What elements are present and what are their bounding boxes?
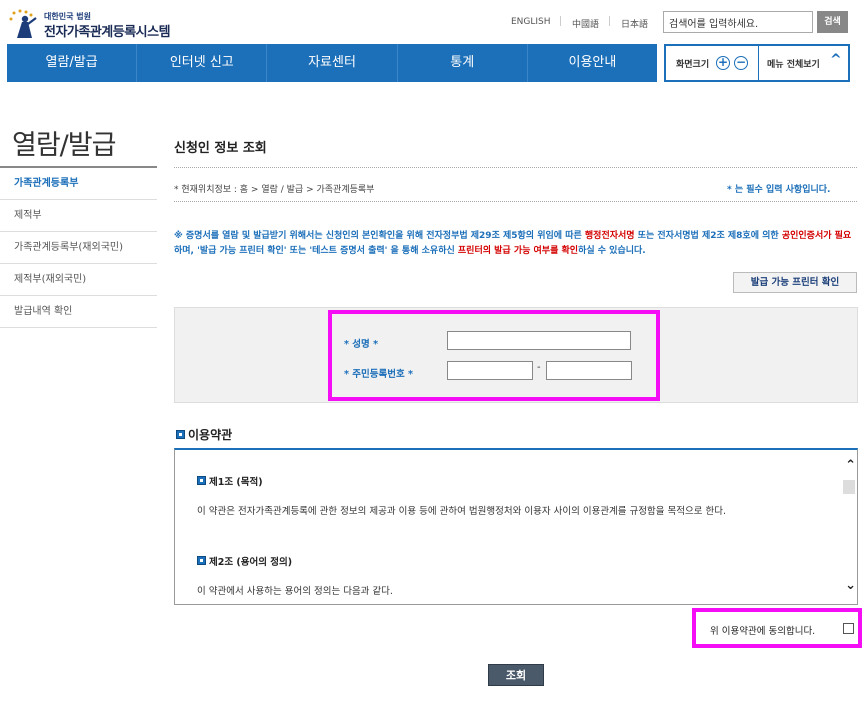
nav-item-resource-center[interactable]: 자료센터 xyxy=(267,44,398,82)
article-2-text: 이 약관에서 사용하는 용어의 정의는 다음과 같다. xyxy=(197,586,393,597)
terms-box[interactable]: 제1조 (목적) 이 약관은 전자가족관계등록에 관한 정보의 제공과 이용 등… xyxy=(174,448,858,605)
highlight-box xyxy=(328,310,660,401)
rrn-front-field[interactable] xyxy=(447,361,533,380)
section-title: 열람/발급 xyxy=(12,130,116,161)
zoom-out-icon[interactable]: − xyxy=(734,56,748,70)
main-nav: 열람/발급 인터넷 신고 자료센터 통계 이용안내 xyxy=(7,44,657,82)
scroll-down-icon[interactable]: ⌄ xyxy=(845,578,856,593)
sidebar-item-family-register-overseas[interactable]: 가족관계등록부(재외국민) xyxy=(0,232,157,264)
article-1-title: 제1조 (목적) xyxy=(197,474,263,488)
zoom-in-icon[interactable]: + xyxy=(716,56,730,70)
court-logo-icon xyxy=(9,9,37,38)
nav-item-view-issue[interactable]: 열람/발급 xyxy=(7,44,138,82)
lang-english-link[interactable]: ENGLISH xyxy=(511,17,551,27)
sidebar-item-removal-register[interactable]: 제적부 xyxy=(0,200,157,232)
rrn-back-field[interactable] xyxy=(546,361,632,380)
rrn-dash: - xyxy=(537,362,541,373)
submit-button[interactable]: 조회 xyxy=(488,664,544,686)
search-button[interactable]: 검색 xyxy=(817,11,848,33)
bullet-icon xyxy=(176,430,185,439)
required-note: * 는 필수 입력 사항입니다. xyxy=(727,185,831,195)
chevron-up-icon[interactable]: ^ xyxy=(830,52,842,68)
sidebar-item-issue-history[interactable]: 발급내역 확인 xyxy=(0,296,157,328)
terms-scrollbar[interactable]: ⌃ ⌄ xyxy=(841,450,857,604)
divider xyxy=(174,201,857,202)
article-2-title: 제2조 (용어의 정의) xyxy=(197,554,292,568)
zoom-label: 화면크기 xyxy=(676,60,710,70)
lang-japanese-link[interactable]: 日本語 xyxy=(621,17,648,30)
nav-item-online-report[interactable]: 인터넷 신고 xyxy=(137,44,268,82)
printer-check-button[interactable]: 발급 가능 프린터 확인 xyxy=(733,272,857,293)
lang-chinese-link[interactable]: 中國語 xyxy=(572,17,599,30)
notice-text: ※ 증명서를 열람 및 발급받기 위해서는 신청인의 본인확인을 위해 전자정부… xyxy=(174,231,852,256)
site-logo[interactable]: 대한민국 법원 전자가족관계등록시스템 xyxy=(8,8,178,42)
agree-checkbox[interactable] xyxy=(843,623,854,634)
scroll-up-icon[interactable]: ⌃ xyxy=(845,458,856,473)
search-input[interactable] xyxy=(663,11,813,33)
terms-title: 이용약관 xyxy=(176,426,232,443)
utility-box: 화면크기 + − 메뉴 전체보기 ^ xyxy=(664,44,850,82)
utility-divider xyxy=(758,46,759,80)
rrn-label: * 주민등록번호 * xyxy=(344,369,413,380)
sidebar-item-removal-register-overseas[interactable]: 제적부(재외국민) xyxy=(0,264,157,296)
nav-item-guide[interactable]: 이용안내 xyxy=(528,44,657,82)
sidebar: 가족관계등록부 제적부 가족관계등록부(재외국민) 제적부(재외국민) 발급내역… xyxy=(0,166,157,328)
logo-title: 전자가족관계등록시스템 xyxy=(44,25,171,40)
nav-item-statistics[interactable]: 통계 xyxy=(398,44,528,82)
bullet-icon xyxy=(197,556,206,565)
breadcrumb: * 현재위치정보 : 홈 > 열람 / 발급 > 가족관계등록부 xyxy=(174,185,375,195)
name-label: * 성명 * xyxy=(344,339,379,350)
divider xyxy=(174,167,857,168)
bullet-icon xyxy=(197,476,206,485)
name-field[interactable] xyxy=(447,331,631,350)
article-1-text: 이 약관은 전자가족관계등록에 관한 정보의 제공과 이용 등에 관하여 법원행… xyxy=(197,506,727,517)
menu-all-button[interactable]: 메뉴 전체보기 xyxy=(767,57,820,70)
agree-label: 위 이용약관에 동의합니다. xyxy=(710,626,816,637)
sidebar-item-family-register[interactable]: 가족관계등록부 xyxy=(0,168,157,200)
scroll-thumb[interactable] xyxy=(843,480,855,494)
page-title: 신청인 정보 조회 xyxy=(174,141,267,156)
lang-divider xyxy=(609,16,610,26)
lang-divider xyxy=(560,16,561,26)
